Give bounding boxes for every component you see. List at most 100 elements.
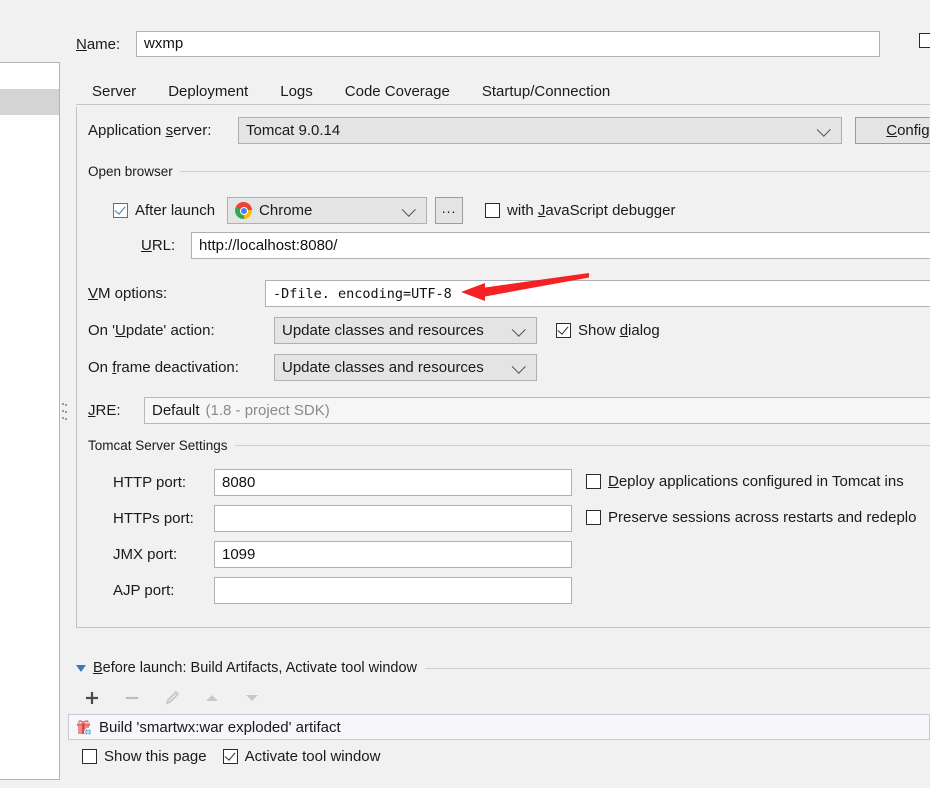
vm-options-row: VM options: -Dfile. encoding=UTF-8 (88, 280, 930, 307)
sidebar-row-selected[interactable] (0, 89, 59, 115)
move-down-icon (242, 688, 262, 708)
show-dialog-checkbox-row[interactable]: Show dialog (556, 322, 660, 339)
activate-tool-window-label: Activate tool window (244, 748, 381, 765)
js-debugger-checkbox-row[interactable]: with JavaScript debugger (485, 202, 675, 219)
splitter-grip-icon[interactable] (62, 403, 68, 429)
browser-ellipsis-button[interactable]: ... (435, 197, 464, 224)
on-frame-deactivation-combo[interactable]: Update classes and resources (274, 354, 537, 381)
artifact-gift-icon (75, 719, 92, 736)
on-update-action-combo[interactable]: Update classes and resources (274, 317, 537, 344)
tab-logs[interactable]: Logs (264, 77, 329, 107)
tomcat-group-title: Tomcat Server Settings (88, 438, 228, 453)
name-input[interactable]: wxmp (136, 31, 880, 57)
name-row: Name: wxmp (76, 31, 880, 57)
jre-combo[interactable]: Default (1.8 - project SDK) (144, 397, 930, 424)
bottom-checkbox-row: Show this page Activate tool window (82, 748, 380, 765)
application-server-label: Application server: (88, 122, 212, 139)
chevron-down-icon (816, 122, 831, 137)
jre-label: JRE: (88, 402, 121, 419)
jmx-port-row: JMX port: 1099 (113, 541, 572, 568)
preserve-sessions-checkbox-row[interactable]: Preserve sessions across restarts and re… (586, 509, 916, 526)
tomcat-server-settings-group: Tomcat Server Settings (88, 438, 930, 453)
https-port-label: HTTPs port: (113, 510, 194, 527)
move-up-icon (202, 688, 222, 708)
on-update-action-value: Update classes and resources (282, 322, 484, 339)
url-input[interactable]: http://localhost:8080/ (191, 232, 930, 259)
show-this-page-label: Show this page (104, 748, 207, 765)
tab-startup-connection[interactable]: Startup/Connection (466, 77, 626, 107)
open-browser-group: Open browser (88, 164, 930, 179)
ajp-port-row: AJP port: (113, 577, 572, 604)
on-frame-deactivation-label: On frame deactivation: (88, 359, 239, 376)
configure-button[interactable]: Configure... (855, 117, 930, 144)
http-port-label: HTTP port: (113, 474, 187, 491)
sidebar-row[interactable] (0, 63, 59, 89)
tab-server[interactable]: Server (76, 77, 153, 110)
deploy-apps-checkbox[interactable] (586, 474, 601, 489)
chevron-down-icon (511, 359, 526, 374)
application-server-value: Tomcat 9.0.14 (246, 122, 341, 139)
show-this-page-checkbox[interactable] (82, 749, 97, 764)
configurations-sidebar[interactable] (0, 62, 60, 780)
on-update-action-row: On 'Update' action: Update classes and r… (88, 317, 660, 344)
ajp-port-input[interactable] (214, 577, 572, 604)
deploy-apps-label: Deploy applications configured in Tomcat… (608, 473, 904, 490)
show-this-page-checkbox-row[interactable]: Show this page (82, 748, 207, 765)
before-launch-toolbar (82, 688, 262, 708)
group-divider (425, 667, 930, 669)
show-dialog-checkbox[interactable] (556, 323, 571, 338)
preserve-sessions-label: Preserve sessions across restarts and re… (608, 509, 917, 526)
activate-tool-window-checkbox-row[interactable]: Activate tool window (222, 748, 381, 765)
collapse-triangle-icon[interactable] (76, 664, 86, 672)
browser-combo[interactable]: Chrome (227, 197, 428, 224)
server-settings-panel: Application server: Tomcat 9.0.14 Config… (76, 107, 930, 628)
on-frame-deactivation-value: Update classes and resources (282, 359, 484, 376)
tab-bar: Server Deployment Logs Code Coverage Sta… (76, 73, 626, 110)
http-port-input[interactable]: 8080 (214, 469, 572, 496)
before-launch-artifact-item[interactable]: Build 'smartwx:war exploded' artifact (68, 714, 930, 740)
js-debugger-checkbox[interactable] (485, 203, 501, 218)
vm-options-label: VM options: (88, 285, 168, 302)
activate-tool-window-checkbox[interactable] (222, 749, 238, 764)
open-browser-group-title: Open browser (88, 164, 173, 179)
after-launch-checkbox-row[interactable]: After launch (113, 202, 215, 219)
run-configuration-dialog: Name: wxmp Server Deployment Logs Code C… (0, 0, 930, 788)
url-row: URL: http://localhost:8080/ (141, 232, 930, 259)
jre-value: Default (152, 402, 200, 419)
group-divider (179, 171, 930, 172)
add-icon[interactable] (82, 688, 102, 708)
browser-value: Chrome (259, 202, 313, 219)
deploy-apps-checkbox-row[interactable]: Deploy applications configured in Tomcat… (586, 473, 904, 490)
application-server-row: Application server: Tomcat 9.0.14 (88, 117, 842, 144)
preserve-sessions-checkbox[interactable] (586, 510, 601, 525)
before-launch-header[interactable]: Before launch: Build Artifacts, Activate… (76, 660, 930, 676)
name-label: Name: (76, 35, 121, 53)
group-divider (234, 445, 930, 446)
tab-code-coverage[interactable]: Code Coverage (329, 77, 466, 107)
after-launch-row: After launch Chrome ... with JavaScript … (113, 197, 675, 224)
show-dialog-label: Show dialog (578, 322, 660, 339)
chevron-down-icon (511, 322, 526, 337)
edit-pencil-icon (162, 688, 182, 708)
jmx-port-input[interactable]: 1099 (214, 541, 572, 568)
js-debugger-label: with JavaScript debugger (507, 202, 676, 219)
vm-options-input[interactable]: -Dfile. encoding=UTF-8 (265, 280, 930, 307)
application-server-combo[interactable]: Tomcat 9.0.14 (238, 117, 842, 144)
configure-button-label: onfigure... (897, 122, 930, 139)
share-checkbox[interactable] (919, 33, 930, 48)
chrome-icon (235, 202, 253, 219)
before-launch-title: Before launch: Build Artifacts, Activate… (93, 660, 418, 676)
after-launch-checkbox[interactable] (113, 203, 128, 218)
jmx-port-label: JMX port: (113, 546, 178, 563)
remove-icon (122, 688, 142, 708)
on-frame-deactivation-row: On frame deactivation: Update classes an… (88, 354, 537, 381)
https-port-input[interactable] (214, 505, 572, 532)
tab-bar-divider (76, 104, 930, 105)
tab-deployment[interactable]: Deployment (152, 77, 264, 107)
jre-hint: (1.8 - project SDK) (205, 402, 330, 419)
https-port-row: HTTPs port: (113, 505, 572, 532)
http-port-row: HTTP port: 8080 (113, 469, 572, 496)
jre-row: JRE: Default (1.8 - project SDK) (88, 397, 930, 424)
artifact-item-label: Build 'smartwx:war exploded' artifact (99, 718, 341, 736)
ajp-port-label: AJP port: (113, 582, 175, 599)
